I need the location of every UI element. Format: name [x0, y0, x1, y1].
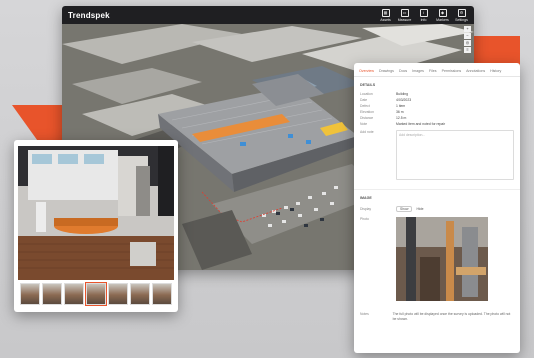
tab-permissions[interactable]: Permissions — [442, 69, 462, 73]
compass-icon[interactable]: ◎ — [464, 40, 471, 46]
image-mode-label: Display — [360, 207, 372, 211]
panel-tabs: Overview Drawings Docs Images Files Perm… — [354, 63, 520, 77]
map-toolbar: + − ◎ ≡ — [464, 26, 471, 53]
divider — [354, 189, 520, 190]
zoom-in-icon[interactable]: + — [464, 26, 471, 32]
image-section-title: IMAGE — [360, 196, 372, 200]
ruler-icon: ▭ — [400, 8, 409, 17]
top-navigation: ▦ Assets ▭ Measure i Info ◆ Markers ⚙ Setting… — [379, 8, 468, 22]
gear-icon: ⚙ — [457, 8, 466, 17]
nav-measure[interactable]: ▭ Measure — [398, 8, 411, 22]
nav-info[interactable]: i Info — [417, 8, 430, 22]
thumbnail[interactable] — [152, 283, 172, 305]
tab-images[interactable]: Images — [412, 69, 424, 73]
nav-settings[interactable]: ⚙ Settings — [455, 8, 468, 22]
app-logo[interactable]: Trendspek — [68, 11, 110, 20]
nav-assets[interactable]: ▦ Assets — [379, 8, 392, 22]
inspection-photo-render — [396, 217, 488, 301]
thumbnail-selected[interactable] — [85, 282, 107, 306]
layers-icon[interactable]: ≡ — [464, 47, 471, 53]
thumbnail[interactable] — [108, 283, 128, 305]
thumbnail[interactable] — [42, 283, 62, 305]
footer-row: Notes The full photo will be displayed o… — [354, 304, 520, 330]
tab-files[interactable]: Files — [429, 69, 437, 73]
image-mode-show[interactable]: Show — [396, 206, 413, 212]
marker-icon: ◆ — [438, 8, 447, 17]
footer-label: Notes — [360, 312, 369, 316]
thumbnail[interactable] — [20, 283, 40, 305]
note-row: Add note Add description... — [354, 127, 520, 183]
zoom-out-icon[interactable]: − — [464, 33, 471, 39]
note-textarea[interactable]: Add description... — [396, 130, 514, 180]
details-section-title: DETAILS — [360, 83, 376, 87]
image-mode-hide[interactable]: Hide — [416, 207, 423, 211]
image-viewer-window — [14, 140, 178, 312]
tab-drawings[interactable]: Drawings — [379, 69, 394, 73]
note-label: Add note — [360, 130, 374, 134]
app-topbar: Trendspek ▦ Assets ▭ Measure i Info ◆ Marker… — [62, 6, 474, 24]
ship-photo-render — [18, 146, 174, 280]
detail-panel: Overview Drawings Docs Images Files Perm… — [354, 63, 520, 353]
grid-icon: ▦ — [381, 8, 390, 17]
tab-overview[interactable]: Overview — [359, 69, 374, 73]
info-icon: i — [419, 8, 428, 17]
thumbnail-strip — [20, 282, 172, 306]
photo-label: Photo — [360, 217, 369, 221]
thumbnail[interactable] — [64, 283, 84, 305]
thumbnail[interactable] — [130, 283, 150, 305]
ship-photo[interactable] — [18, 146, 174, 280]
image-mode-row: Display Show Hide — [354, 204, 520, 214]
nav-markers[interactable]: ◆ Markers — [436, 8, 449, 22]
tab-history[interactable]: History — [490, 69, 501, 73]
tab-annotations[interactable]: Annotations — [466, 69, 485, 73]
inspection-photo[interactable] — [396, 217, 488, 301]
footer-text: The full photo will be displayed once th… — [392, 312, 511, 321]
photo-row: Photo — [354, 214, 520, 304]
tab-docs[interactable]: Docs — [399, 69, 407, 73]
